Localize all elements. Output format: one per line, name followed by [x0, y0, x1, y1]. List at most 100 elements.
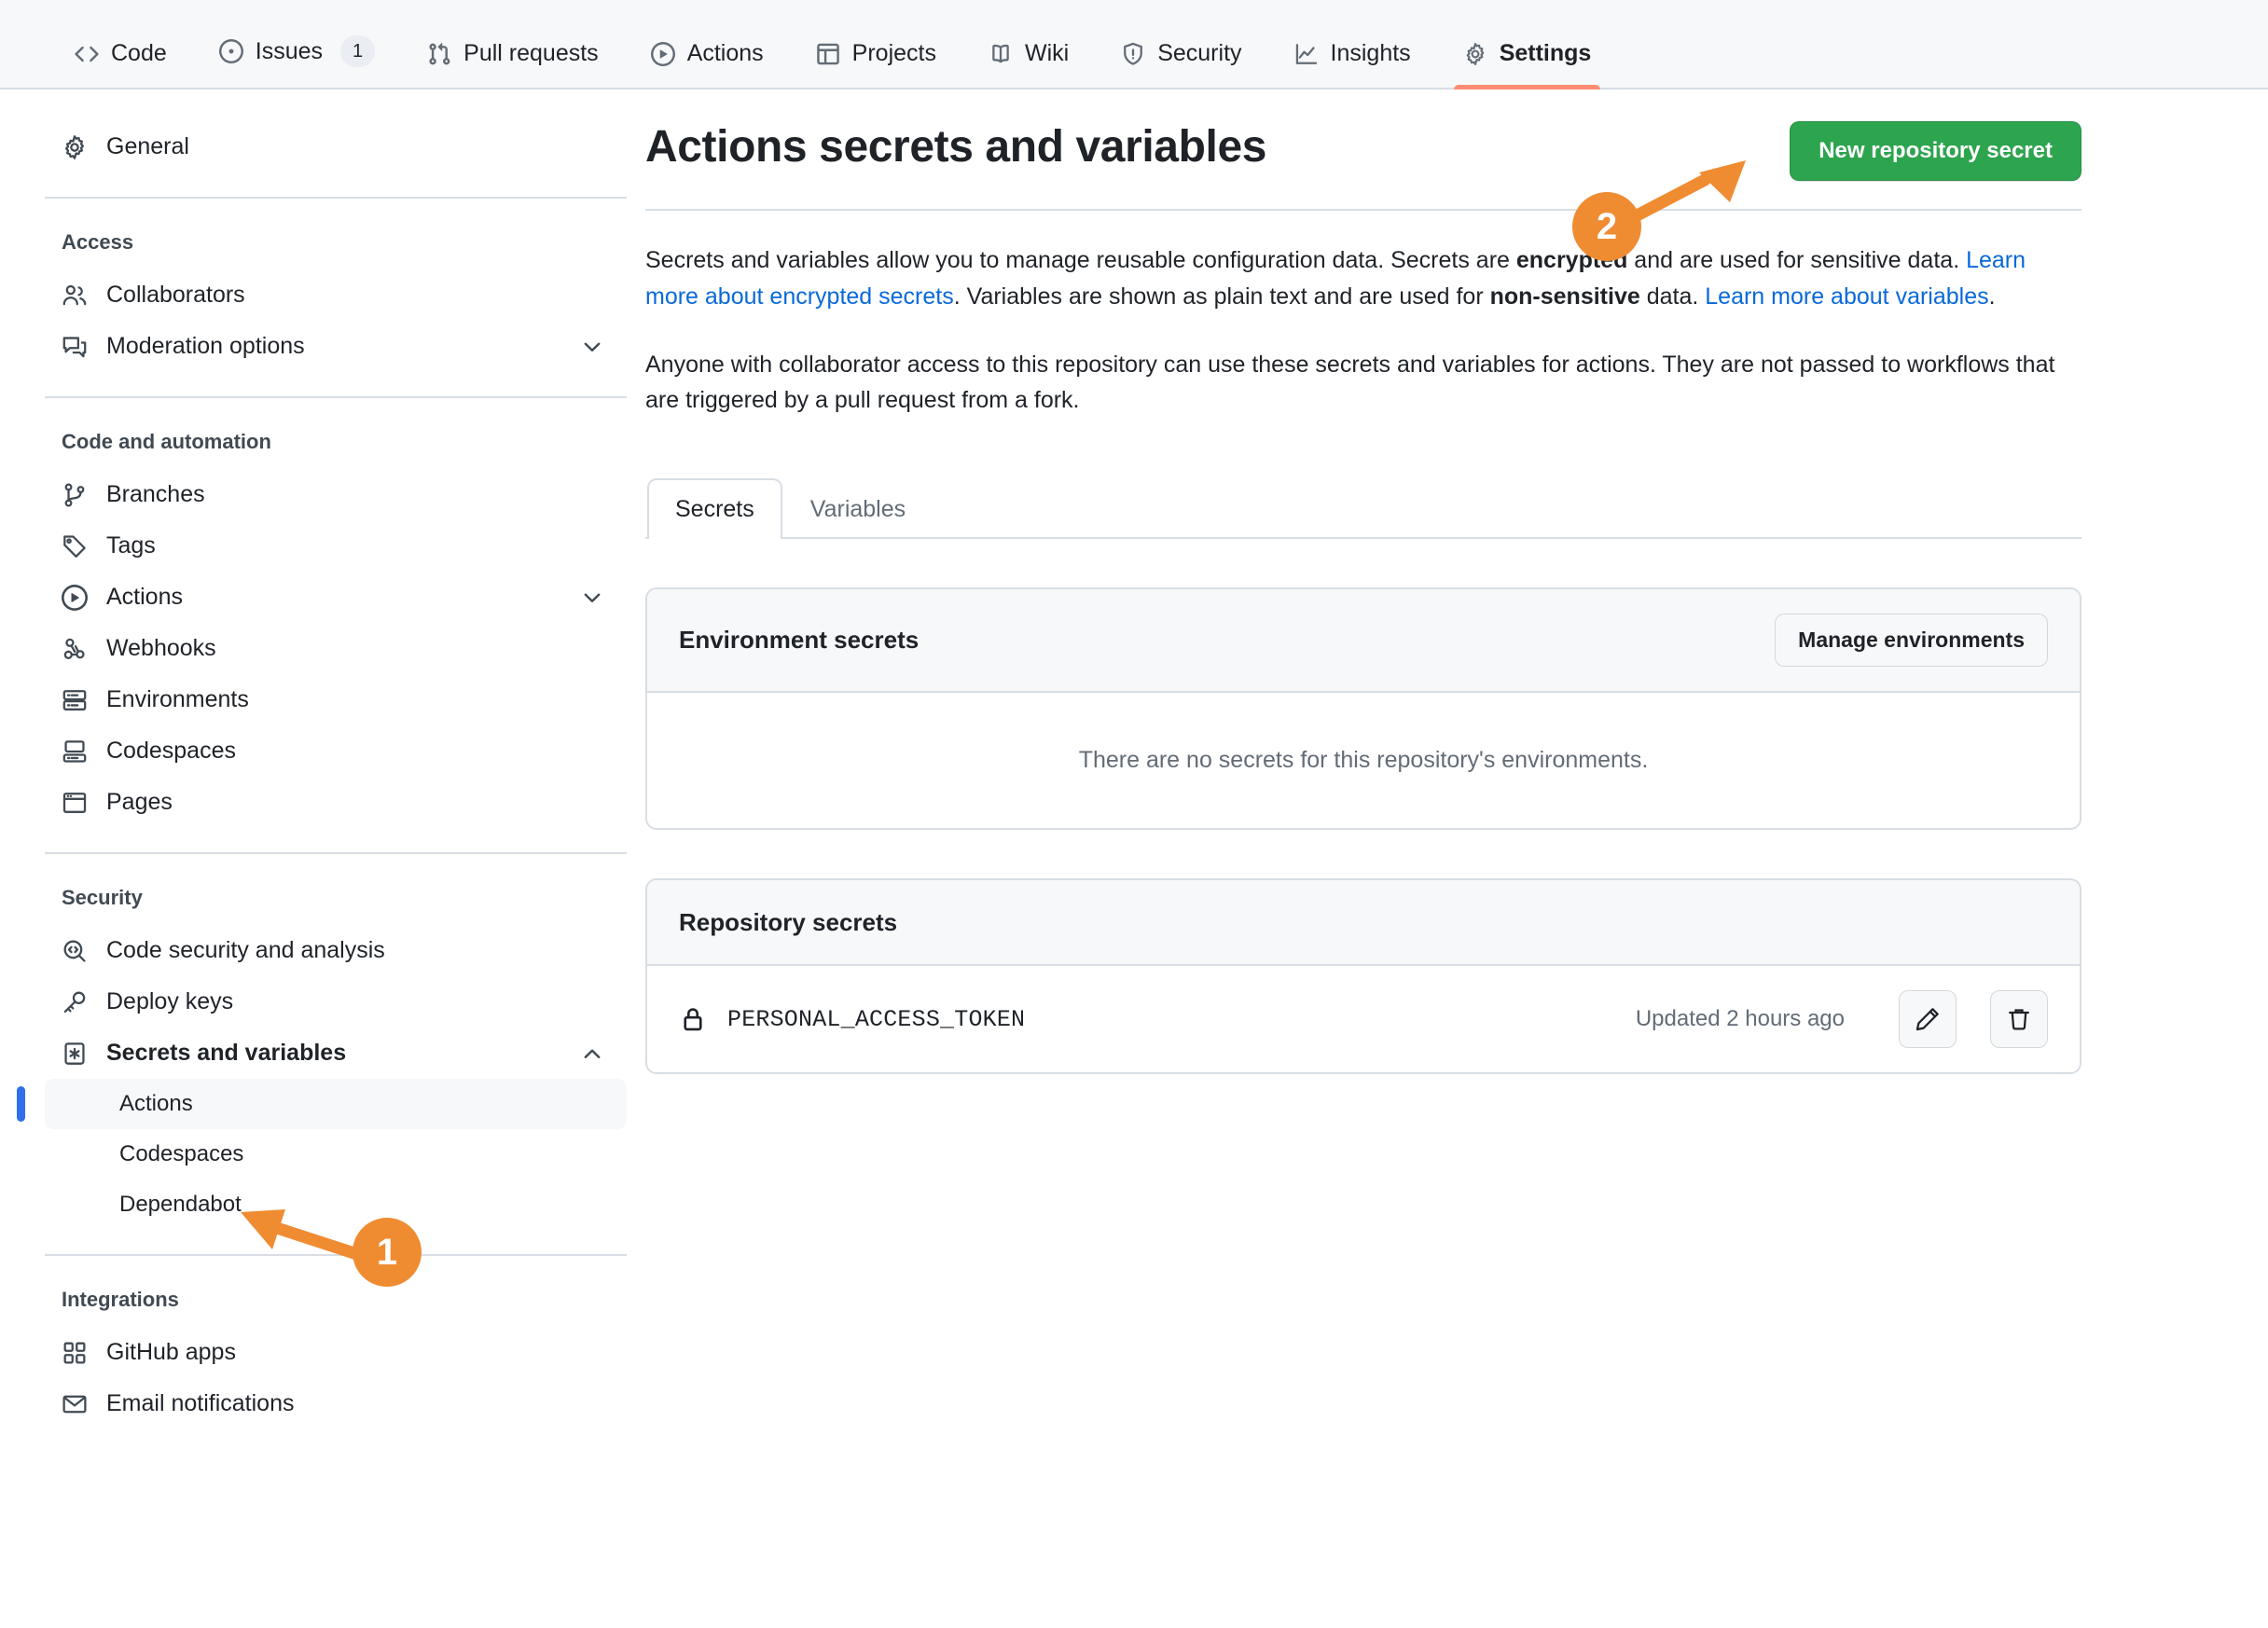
sidebar-item-secrets-actions[interactable]: Actions: [17, 1079, 627, 1129]
settings-sidebar: General Access Collaborators Moderation …: [0, 121, 627, 1429]
page-title: Actions secrets and variables: [645, 122, 1267, 172]
environment-secrets-empty-message: There are no secrets for this repository…: [1078, 747, 1649, 773]
nav-tab-label: Issues: [255, 37, 324, 64]
desc-text: and are used for sensitive data.: [1627, 247, 1967, 273]
sidebar-item-label: Webhooks: [106, 635, 216, 661]
nav-tab-pull-requests[interactable]: Pull requests: [410, 40, 615, 88]
nav-tab-insights[interactable]: Insights: [1278, 40, 1428, 88]
nav-tab-label: Security: [1157, 40, 1242, 66]
sidebar-item-github-apps[interactable]: GitHub apps: [45, 1327, 627, 1378]
issue-opened-icon: [218, 39, 243, 63]
pencil-icon: [1915, 1006, 1941, 1032]
sidebar-item-collaborators[interactable]: Collaborators: [45, 269, 627, 321]
nav-tab-settings[interactable]: Settings: [1446, 40, 1609, 90]
sidebar-item-label: Actions: [119, 1091, 193, 1116]
nav-tab-wiki[interactable]: Wiki: [972, 40, 1086, 88]
sidebar-item-secrets-codespaces[interactable]: Codespaces: [45, 1129, 627, 1180]
tab-secrets[interactable]: Secrets: [647, 478, 782, 539]
sidebar-item-branches[interactable]: Branches: [45, 469, 627, 520]
nav-tab-label: Insights: [1330, 40, 1411, 66]
desc-bold-non-sensitive: non-sensitive: [1489, 283, 1640, 310]
sidebar-section-access: Collaborators Moderation options: [45, 269, 627, 372]
sidebar-item-secrets-and-variables[interactable]: Secrets and variables: [45, 1028, 627, 1079]
nav-tab-security[interactable]: Security: [1104, 40, 1258, 88]
sidebar-divider: [45, 197, 627, 199]
nav-tab-label: Projects: [851, 40, 936, 66]
nav-tab-issues[interactable]: Issues 1: [202, 35, 392, 88]
manage-environments-button[interactable]: Manage environments: [1775, 614, 2048, 667]
mail-icon: [62, 1391, 88, 1417]
sidebar-item-label: Dependabot: [119, 1192, 242, 1217]
chevron-up-icon[interactable]: [580, 1042, 604, 1066]
shield-alert-icon: [1121, 42, 1145, 66]
new-repository-secret-button[interactable]: New repository secret: [1790, 121, 2081, 181]
play-circle-icon: [62, 584, 88, 611]
sidebar-item-label: Email notifications: [106, 1390, 295, 1416]
repository-secrets-title: Repository secrets: [679, 907, 898, 936]
issues-counter-badge: 1: [340, 35, 376, 67]
codescan-icon: [62, 938, 88, 964]
main-header: Actions secrets and variables New reposi…: [645, 121, 2081, 211]
git-branch-icon: [62, 482, 88, 508]
sidebar-item-deploy-keys[interactable]: Deploy keys: [45, 976, 627, 1028]
nav-tab-projects[interactable]: Projects: [799, 40, 953, 88]
sidebar-section-title-access: Access: [62, 230, 134, 254]
tab-variables[interactable]: Variables: [782, 478, 933, 539]
git-pull-request-icon: [427, 42, 451, 66]
sidebar-item-general[interactable]: General: [45, 121, 627, 172]
asterisk-key-icon: [62, 1041, 88, 1067]
sidebar-section-code-and-automation: Branches Tags Actions Webhooks Environme…: [45, 469, 627, 828]
sidebar-item-webhooks[interactable]: Webhooks: [45, 623, 627, 674]
desc-text: Secrets and variables allow you to manag…: [645, 247, 1516, 273]
sidebar-item-label: Collaborators: [106, 282, 245, 308]
sidebar-item-email-notifications[interactable]: Email notifications: [45, 1378, 627, 1429]
lock-icon: [679, 1005, 707, 1033]
link-learn-more-variables[interactable]: Learn more about variables: [1705, 283, 1988, 310]
desc-text: .: [1988, 283, 1996, 310]
description-paragraph-1: Secrets and variables allow you to manag…: [645, 242, 2063, 315]
edit-secret-button[interactable]: [1899, 990, 1957, 1048]
secret-updated-timestamp: Updated 2 hours ago: [1635, 1006, 1845, 1031]
table-icon: [816, 42, 840, 66]
desc-text: data.: [1639, 283, 1706, 310]
sidebar-item-moderation-options[interactable]: Moderation options: [45, 321, 627, 372]
sidebar-divider: [45, 396, 627, 398]
comment-discussion-icon: [62, 334, 88, 360]
sidebar-section-integrations: GitHub apps Email notifications: [45, 1327, 627, 1429]
sidebar-item-secrets-dependabot[interactable]: Dependabot: [45, 1180, 627, 1230]
sidebar-section-title-security: Security: [62, 886, 143, 909]
nav-tab-actions[interactable]: Actions: [634, 40, 781, 88]
sidebar-item-label: Environments: [106, 686, 249, 712]
sidebar-item-code-security-and-analysis[interactable]: Code security and analysis: [45, 925, 627, 976]
chevron-down-icon[interactable]: [580, 335, 604, 359]
sidebar-item-tags[interactable]: Tags: [45, 520, 627, 572]
code-icon: [75, 42, 99, 66]
desc-bold-encrypted: encrypted: [1515, 247, 1628, 273]
sidebar-item-label: Actions: [106, 584, 183, 610]
environment-secrets-box: Environment secrets Manage environments …: [645, 587, 2081, 830]
sidebar-item-environments[interactable]: Environments: [45, 674, 627, 725]
sidebar-section-title-code-and-automation: Code and automation: [62, 430, 271, 453]
secret-name: PERSONAL_ACCESS_TOKEN: [727, 1005, 1026, 1033]
delete-secret-button[interactable]: [1990, 990, 2048, 1048]
sidebar-item-label: Codespaces: [119, 1141, 244, 1166]
sidebar-item-label: Pages: [106, 789, 173, 815]
trash-icon: [2006, 1006, 2032, 1032]
codespaces-icon: [62, 738, 88, 765]
sidebar-item-pages[interactable]: Pages: [45, 777, 627, 828]
sidebar-item-label: GitHub apps: [106, 1339, 236, 1365]
chevron-down-icon[interactable]: [580, 586, 604, 610]
sidebar-divider: [45, 852, 627, 854]
sidebar-item-label: General: [106, 133, 189, 159]
gear-icon: [62, 134, 88, 160]
nav-tab-code[interactable]: Code: [58, 40, 184, 88]
sidebar-item-label: Tags: [106, 532, 156, 559]
server-icon: [62, 687, 88, 713]
sidebar-item-actions[interactable]: Actions: [45, 572, 627, 623]
main-content: Actions secrets and variables New reposi…: [627, 121, 2212, 1429]
gear-icon: [1463, 42, 1487, 66]
nav-tab-label: Settings: [1499, 40, 1592, 66]
secrets-variables-tabs: Secrets Variables: [645, 476, 2081, 539]
sidebar-item-codespaces[interactable]: Codespaces: [45, 725, 627, 777]
description-paragraph-2: Anyone with collaborator access to this …: [645, 351, 2055, 414]
